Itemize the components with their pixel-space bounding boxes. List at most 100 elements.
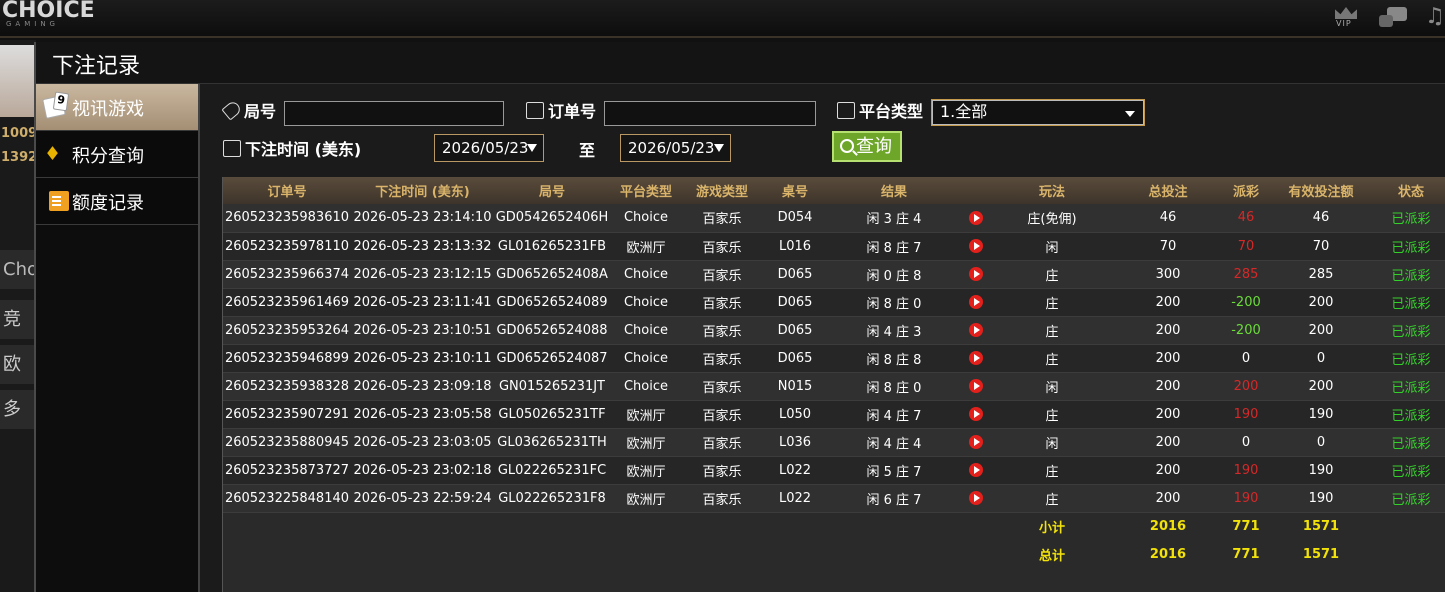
cell-bet: 200 [1112, 428, 1224, 457]
cell-platform: 欧洲厅 [610, 400, 682, 429]
cell-status: 已派彩 [1374, 288, 1445, 317]
column-header: 桌号 [781, 185, 808, 200]
background-tab: 竞 [0, 300, 36, 340]
cell-platform: Choice [610, 288, 682, 317]
background-tab: 多 [0, 390, 36, 430]
cell-game: 百家乐 [682, 260, 762, 289]
cell-payout: 0 [1224, 428, 1268, 457]
cell-play: 庄(免佣) [992, 204, 1112, 233]
play-video-icon[interactable] [969, 210, 983, 225]
replay-cell [960, 456, 992, 485]
play-video-icon[interactable] [969, 239, 983, 253]
table-row: 260523235946899 2026-05-23 23:10:11 GD0652… [223, 344, 1445, 373]
cell-result: 闲 4 庄 4 [828, 428, 960, 457]
cell-play: 闲 [992, 232, 1112, 261]
play-video-icon[interactable] [969, 435, 983, 449]
cell-table: N015 [762, 372, 828, 401]
cell-status: 已派彩 [1374, 204, 1445, 233]
cell-time: 2026-05-23 23:02:18 [351, 456, 494, 485]
cell-valid: 0 [1268, 344, 1374, 373]
cell-round: GL016265231FB [494, 232, 610, 261]
play-video-icon[interactable] [969, 295, 983, 309]
table-row: 260523235907291 2026-05-23 23:05:58 GL0502… [223, 400, 1445, 429]
replay-cell [960, 232, 992, 261]
cell-time: 2026-05-23 23:11:41 [351, 288, 494, 317]
play-video-icon[interactable] [969, 379, 983, 393]
sidebar-item-live-games[interactable]: 视讯游戏 [36, 84, 198, 131]
to-label: 至 [579, 141, 596, 160]
play-video-icon[interactable] [969, 491, 983, 505]
column-header: 局号 [538, 185, 565, 200]
cell-table: L022 [762, 456, 828, 485]
replay-cell [960, 344, 992, 373]
sidebar-item-credit-records[interactable]: 额度记录 [36, 178, 198, 225]
platform-select[interactable]: 1.全部 [932, 100, 1144, 125]
cell-order: 260523235907291 [223, 400, 351, 429]
cell-bet: 200 [1112, 316, 1224, 345]
cell-bet: 200 [1112, 400, 1224, 429]
clipboard-icon [526, 101, 544, 119]
cell-status: 已派彩 [1374, 344, 1445, 373]
cell-game: 百家乐 [682, 288, 762, 317]
cell-payout: 0 [1224, 344, 1268, 373]
table-row: 260523235978110 2026-05-23 23:13:32 GL0162… [223, 232, 1445, 261]
cell-result: 闲 8 庄 8 [828, 344, 960, 373]
cell-round: GD0652652408A [494, 260, 610, 289]
cell-platform: 欧洲厅 [610, 428, 682, 457]
top-icons: VIP ♫ [1331, 2, 1445, 32]
cell-bet: 200 [1112, 456, 1224, 485]
music-icon[interactable]: ♫ [1425, 5, 1445, 29]
table-row: 260523235873727 2026-05-23 23:02:18 GL0222… [223, 456, 1445, 485]
cell-table: D054 [762, 204, 828, 233]
round-input[interactable] [284, 101, 504, 126]
total-row: 总计 2016 771 1571 [223, 540, 1445, 568]
cell-round: GN015265231JT [494, 372, 610, 401]
bet-records-dialog: 下注记录 视讯游戏 ♦ 积分查询 额度记录 局号 订单号 平台类型 1.全部 [34, 42, 1445, 592]
replay-cell [960, 372, 992, 401]
cell-table: L050 [762, 400, 828, 429]
chevron-down-icon [1125, 111, 1135, 117]
cell-play: 闲 [992, 428, 1112, 457]
play-video-icon[interactable] [969, 267, 983, 281]
bet-time-label: 下注时间 (美东) [223, 136, 361, 160]
vip-icon[interactable]: VIP [1331, 5, 1361, 29]
chat-icon[interactable] [1379, 5, 1407, 29]
cell-round: GD06526524087 [494, 344, 610, 373]
cell-valid: 200 [1268, 372, 1374, 401]
sidebar-item-points-query[interactable]: ♦ 积分查询 [36, 131, 198, 178]
order-input[interactable] [604, 101, 816, 126]
date-from-picker[interactable]: 2026/05/23 [434, 134, 544, 162]
play-video-icon[interactable] [969, 323, 983, 337]
dialog-title: 下注记录 [52, 54, 141, 79]
query-button[interactable]: 查询 [832, 131, 902, 162]
cell-game: 百家乐 [682, 316, 762, 345]
total-bet: 2016 [1149, 546, 1187, 562]
date-to-picker[interactable]: 2026/05/23 [620, 134, 731, 162]
table-row: 260523235961469 2026-05-23 23:11:41 GD0652… [223, 288, 1445, 317]
cell-platform: Choice [610, 260, 682, 289]
cell-time: 2026-05-23 23:10:11 [351, 344, 494, 373]
cell-bet: 70 [1112, 232, 1224, 261]
cell-payout: -200 [1224, 316, 1268, 345]
cell-order: 260523235873727 [223, 456, 351, 485]
cell-platform: Choice [610, 316, 682, 345]
play-video-icon[interactable] [969, 407, 983, 421]
column-header: 订单号 [267, 185, 307, 200]
subtotal-valid: 1571 [1302, 518, 1340, 534]
subtotal-label: 小计 [1038, 520, 1065, 536]
play-video-icon[interactable] [969, 351, 983, 365]
replay-cell [960, 484, 992, 513]
cell-result: 闲 4 庄 7 [828, 400, 960, 429]
play-video-icon[interactable] [969, 463, 983, 477]
cell-time: 2026-05-23 23:10:51 [351, 316, 494, 345]
dialog-title-bar: 下注记录 [36, 42, 1445, 84]
cell-time: 2026-05-23 23:14:10 [351, 204, 494, 233]
bet-records-table: 订单号 下注时间 (美东) 局号 平台类型 游戏类型 桌号 结果 玩法 总投注 派彩 有效投注额 状态… [222, 177, 1445, 592]
top-bar: CHOICE GAMING VIP ♫ [0, 0, 1445, 38]
cell-result: 闲 6 庄 7 [828, 484, 960, 513]
cell-order: 260523235966374 [223, 260, 351, 289]
cell-round: GL036265231TH [494, 428, 610, 457]
cell-payout: 190 [1224, 400, 1268, 429]
cell-round: GD06526524088 [494, 316, 610, 345]
cell-payout: 200 [1224, 372, 1268, 401]
